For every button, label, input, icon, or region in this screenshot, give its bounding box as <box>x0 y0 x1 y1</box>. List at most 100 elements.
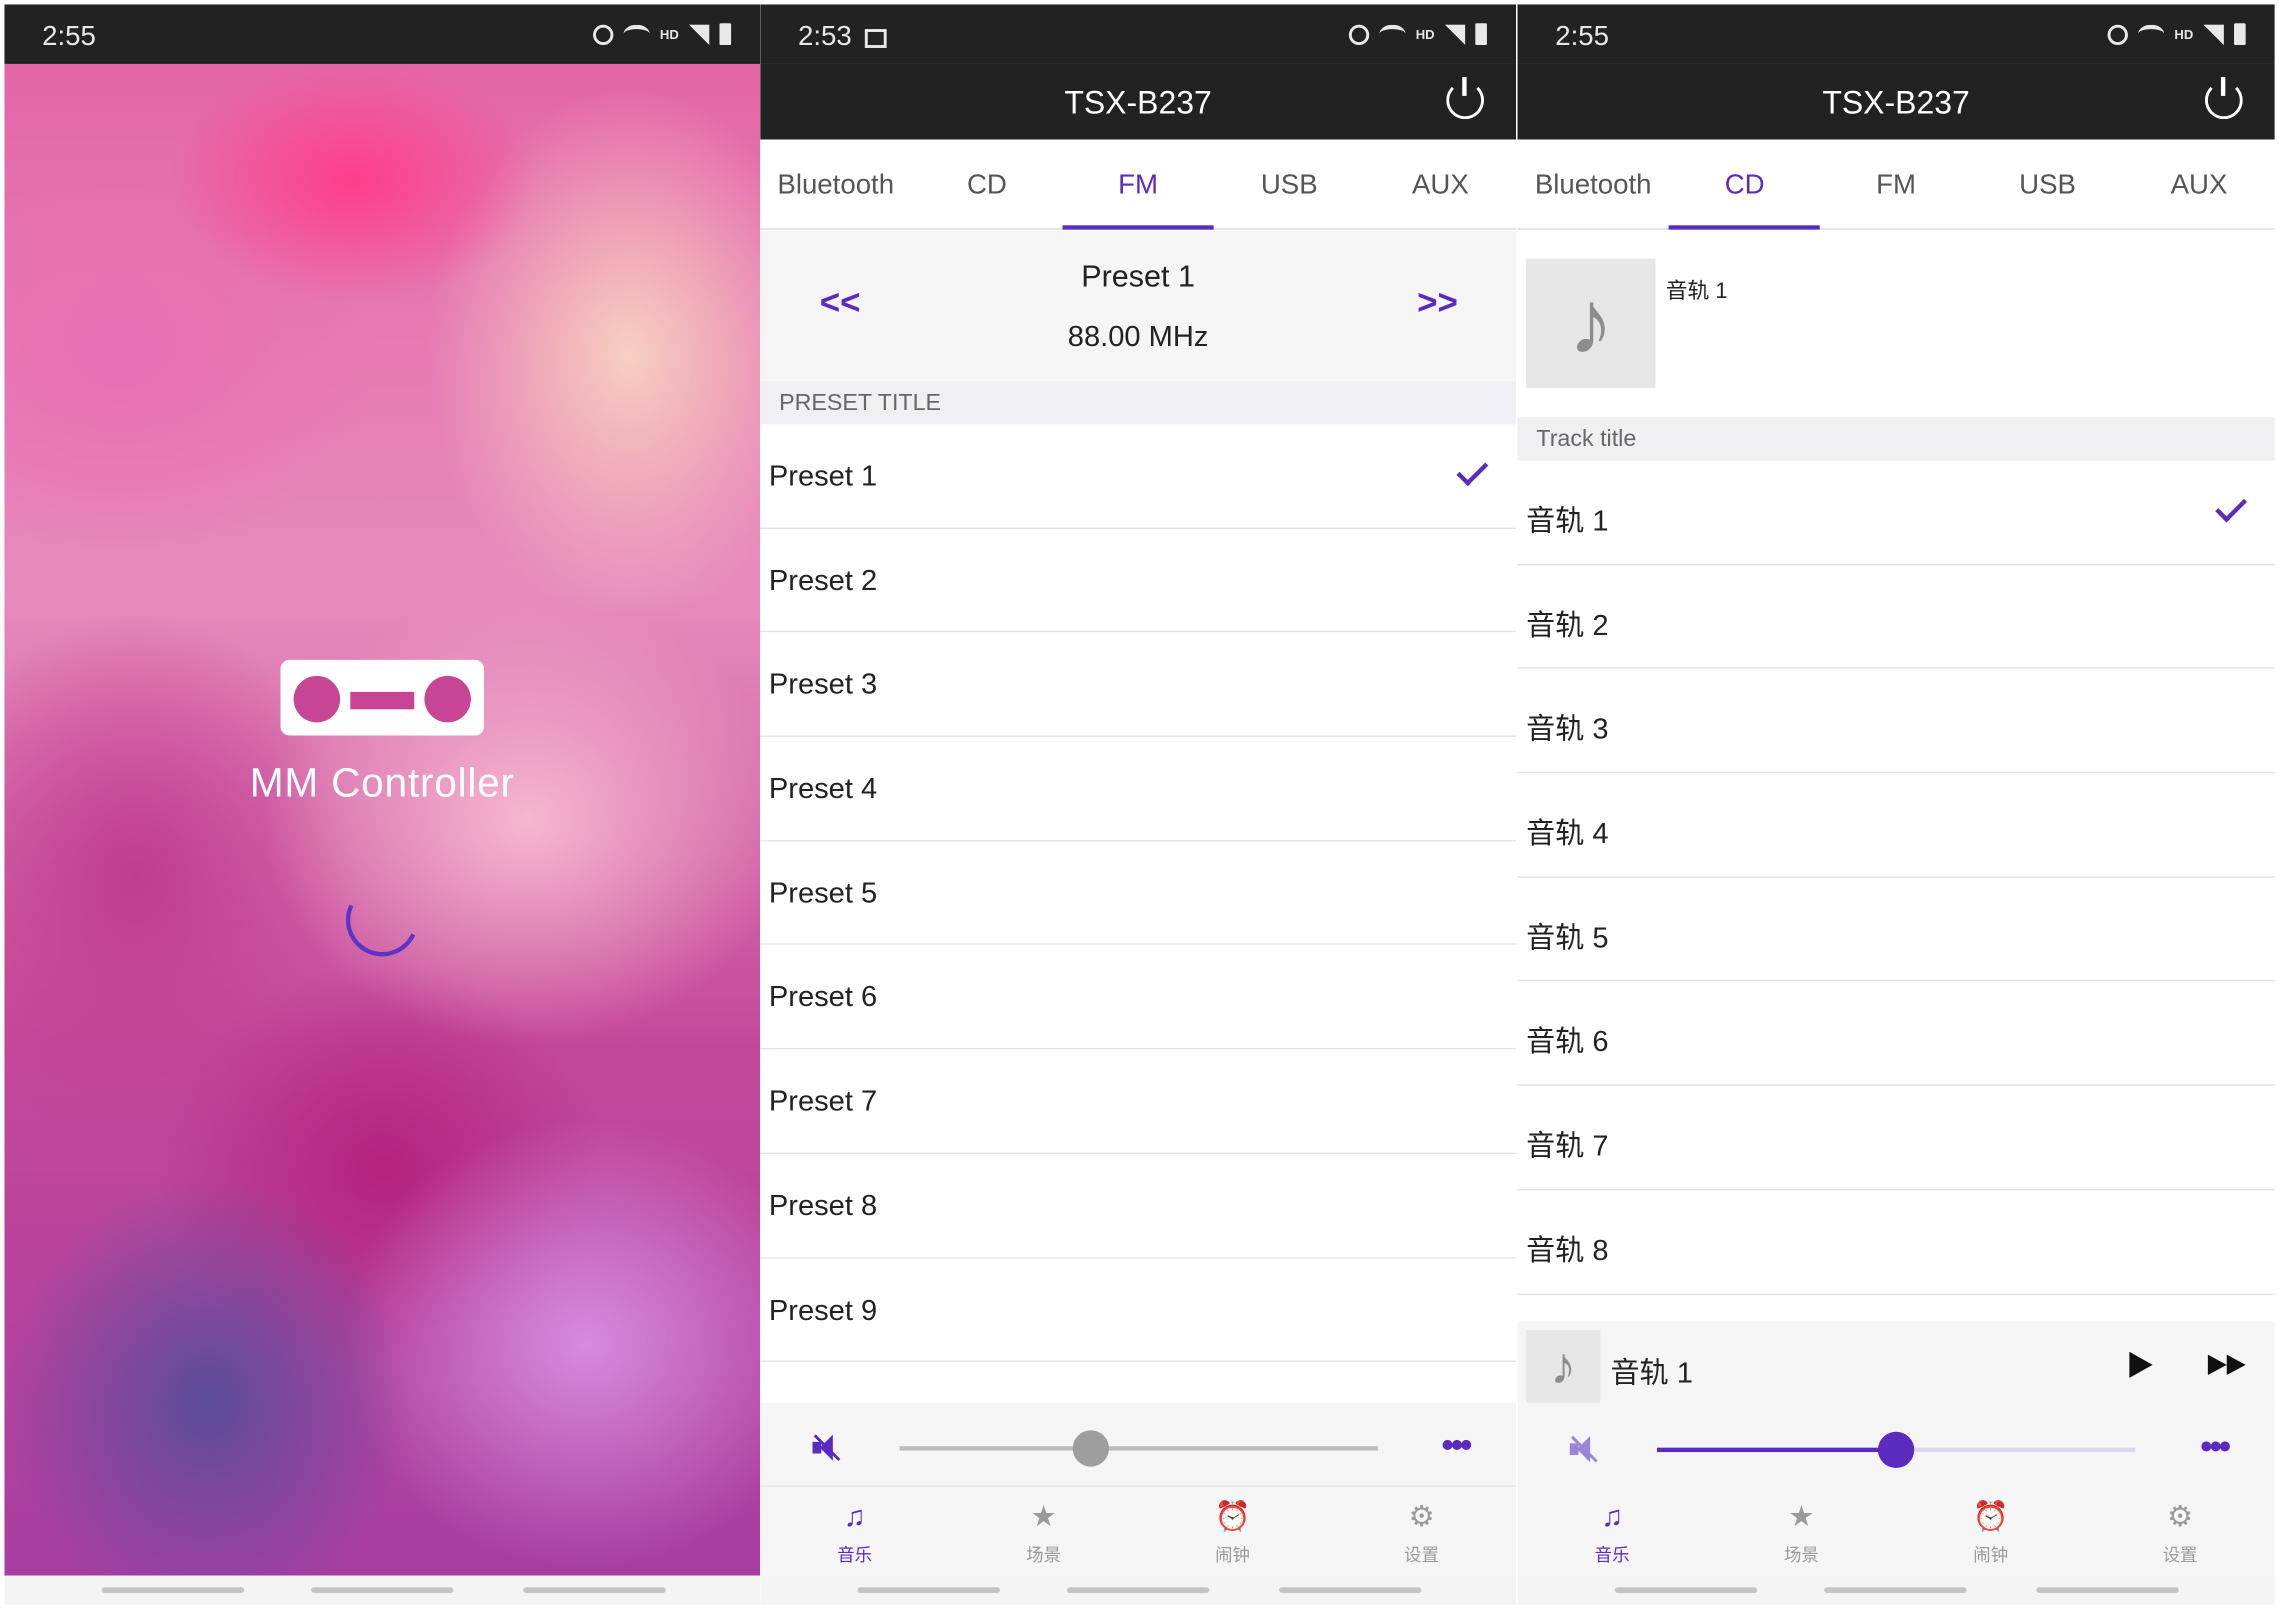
hd-icon: HD <box>1415 26 1435 42</box>
nav-pill[interactable] <box>1066 1587 1210 1594</box>
list-item[interactable]: Preset 6 <box>760 945 1517 1050</box>
nav-label: 音乐 <box>1594 1545 1630 1566</box>
volume-slider-handle[interactable] <box>1072 1430 1110 1467</box>
tab-aux[interactable]: AUX <box>2123 140 2274 229</box>
track-list: 音轨 1 音轨 2 音轨 3 音轨 4 音轨 5 音轨 6 音轨 7 音轨 8 <box>1517 460 2275 1295</box>
source-tabs: Bluetooth CD FM USB AUX <box>760 139 1517 230</box>
nav-pill[interactable] <box>2036 1587 2179 1594</box>
list-item[interactable]: Preset 3 <box>760 632 1517 738</box>
wifi-icon <box>623 24 650 44</box>
nav-pill[interactable] <box>1824 1587 1967 1594</box>
volume-slider-handle[interactable] <box>1877 1431 1915 1469</box>
source-tabs: Bluetooth CD FM USB AUX <box>1517 139 2275 230</box>
list-item[interactable]: 音轨 2 <box>1517 564 2275 670</box>
next-preset-button[interactable]: >> <box>1417 283 1458 324</box>
now-playing-bar[interactable]: ♪ 音轨 1 <box>1517 1321 2275 1405</box>
track-label: 音轨 5 <box>1526 922 1609 955</box>
app-header: TSX-B237 <box>760 63 1517 140</box>
list-item[interactable]: 音轨 6 <box>1517 981 2275 1086</box>
list-item[interactable]: Preset 7 <box>760 1049 1517 1154</box>
alarm-status-icon <box>593 23 614 45</box>
nav-label: 设置 <box>1404 1545 1439 1566</box>
list-item[interactable]: Preset 4 <box>760 737 1517 842</box>
mute-icon[interactable] <box>812 1434 841 1462</box>
alarm-clock-icon: ⏰ <box>1972 1501 2009 1534</box>
mute-icon[interactable] <box>1569 1435 1598 1463</box>
wifi-icon <box>2138 24 2165 44</box>
volume-slider[interactable] <box>899 1430 1378 1467</box>
nav-pill[interactable] <box>857 1587 1001 1594</box>
list-item[interactable]: Preset 8 <box>760 1153 1517 1259</box>
nav-scenes[interactable]: ★ 场景 <box>1707 1487 1896 1580</box>
volume-bar: ••• <box>1517 1404 2275 1489</box>
volume-bar: ••• <box>760 1402 1517 1487</box>
nav-pill[interactable] <box>1614 1587 1758 1594</box>
tab-cd[interactable]: CD <box>911 140 1062 229</box>
tab-fm[interactable]: FM <box>1062 140 1214 230</box>
track-label: 音轨 3 <box>1526 714 1609 747</box>
status-bar: 2:53 HD <box>760 4 1517 64</box>
more-options-icon[interactable]: ••• <box>1442 1428 1473 1463</box>
tab-usb[interactable]: USB <box>1972 140 2123 229</box>
checkmark-icon <box>2215 490 2248 523</box>
volume-slider[interactable] <box>1656 1431 2136 1469</box>
nav-alarm[interactable]: ⏰ 闹钟 <box>1896 1487 2085 1580</box>
list-item[interactable]: Preset 2 <box>760 528 1517 633</box>
nav-label: 场景 <box>1783 1545 1819 1566</box>
tab-bluetooth[interactable]: Bluetooth <box>1517 140 1668 229</box>
device-title: TSX-B237 <box>1064 84 1212 121</box>
music-note-icon: ♪ <box>1526 258 1656 389</box>
splash-screen: 2:55 HD MM Controller <box>4 4 761 1605</box>
battery-icon <box>2234 23 2246 46</box>
status-time: 2:55 <box>42 21 96 53</box>
power-icon[interactable] <box>1446 77 1485 120</box>
nav-pill[interactable] <box>311 1587 454 1594</box>
app-header: TSX-B237 <box>1517 63 2275 140</box>
list-item[interactable]: 音轨 3 <box>1517 669 2275 774</box>
nav-settings[interactable]: ⚙ 设置 <box>2085 1487 2274 1580</box>
preset-label: Preset 7 <box>768 1085 878 1118</box>
list-item[interactable]: Preset 9 <box>760 1258 1517 1363</box>
preset-label: Preset 4 <box>768 773 878 806</box>
more-options-icon[interactable]: ••• <box>2200 1430 2231 1465</box>
preset-list: Preset 1 Preset 2 Preset 3 Preset 4 Pres… <box>760 424 1517 1363</box>
nav-pill[interactable] <box>1279 1587 1422 1594</box>
tab-fm[interactable]: FM <box>1820 140 1971 229</box>
section-header: PRESET TITLE <box>760 380 1517 425</box>
app-name: MM Controller <box>249 760 515 806</box>
signal-icon <box>2203 23 2224 45</box>
status-time: 2:53 <box>797 21 852 53</box>
battery-icon <box>719 23 732 46</box>
hd-icon: HD <box>2174 26 2194 42</box>
tab-aux[interactable]: AUX <box>1365 140 1516 229</box>
battery-icon <box>1475 23 1487 46</box>
nav-music[interactable]: ♫ 音乐 <box>760 1487 949 1580</box>
tab-cd[interactable]: CD <box>1668 140 1821 230</box>
nav-music[interactable]: ♫ 音乐 <box>1517 1487 1706 1580</box>
nav-alarm[interactable]: ⏰ 闹钟 <box>1138 1487 1327 1580</box>
tab-usb[interactable]: USB <box>1214 140 1365 229</box>
checkmark-icon <box>1456 454 1489 487</box>
fast-forward-icon[interactable] <box>2207 1354 2249 1376</box>
nav-scenes[interactable]: ★ 场景 <box>949 1487 1138 1580</box>
power-icon[interactable] <box>2204 77 2243 120</box>
nav-pill[interactable] <box>101 1587 245 1594</box>
list-item[interactable]: Preset 1 <box>760 424 1517 529</box>
status-bar: 2:55 HD <box>4 4 761 64</box>
list-item[interactable]: 音轨 7 <box>1517 1085 2275 1191</box>
tab-bluetooth[interactable]: Bluetooth <box>760 140 911 229</box>
play-icon[interactable] <box>2129 1351 2153 1378</box>
nav-settings[interactable]: ⚙ 设置 <box>1327 1487 1516 1580</box>
list-item[interactable]: 音轨 1 <box>1517 460 2275 565</box>
system-nav-bar <box>4 1575 761 1605</box>
nav-pill[interactable] <box>523 1587 666 1594</box>
bottom-navigation: ♫ 音乐 ★ 场景 ⏰ 闹钟 ⚙ 设置 <box>760 1486 1517 1580</box>
nav-label: 音乐 <box>837 1545 873 1566</box>
list-item[interactable]: 音轨 5 <box>1517 877 2275 982</box>
current-frequency: 88.00 MHz <box>1067 321 1209 354</box>
list-item[interactable]: 音轨 8 <box>1517 1190 2275 1295</box>
status-time: 2:55 <box>1555 21 1610 53</box>
list-item[interactable]: 音轨 4 <box>1517 773 2275 878</box>
list-item[interactable]: Preset 5 <box>760 841 1517 946</box>
status-icons: HD <box>2107 23 2246 46</box>
